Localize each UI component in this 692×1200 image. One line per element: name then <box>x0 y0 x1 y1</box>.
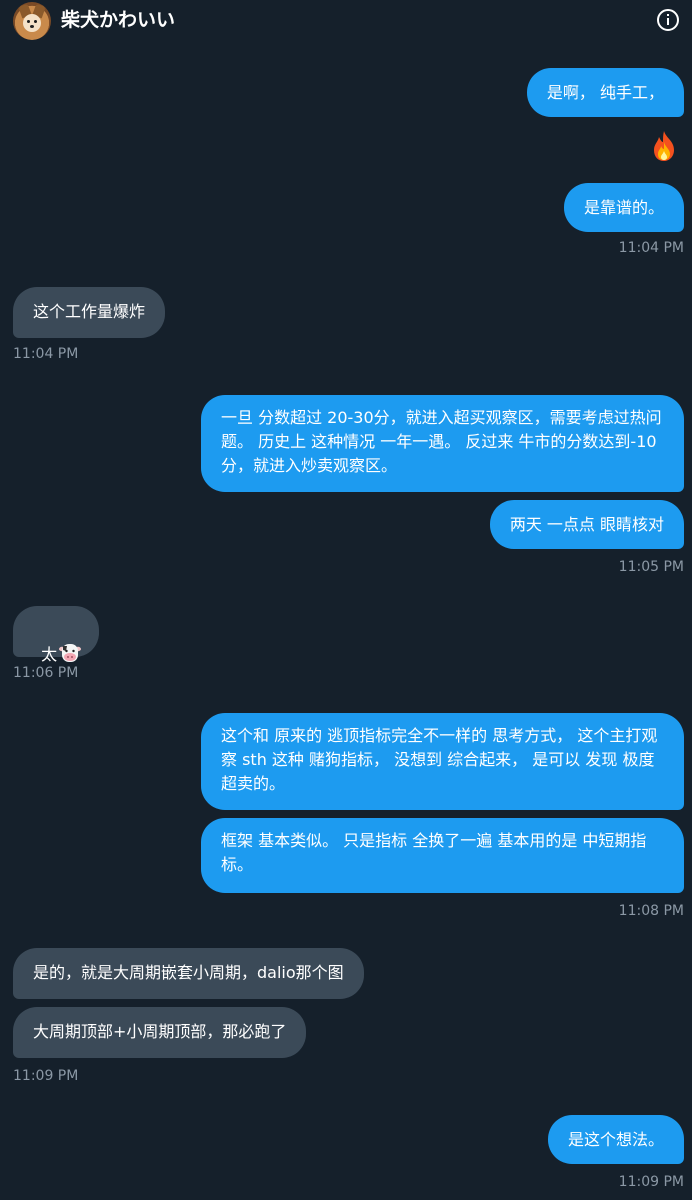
timestamp: 11:05 PM <box>618 559 684 575</box>
cow-emoji-icon <box>59 644 82 662</box>
message-bubble-outgoing[interactable]: 一旦 分数超过 20-30分，就进入超买观察区，需要考虑过热问题。 历史上 这种… <box>201 395 684 492</box>
avatar-face <box>23 14 41 32</box>
message-bubble-incoming[interactable]: 这个工作量爆炸 <box>13 287 166 338</box>
message-bubble-outgoing[interactable]: 这个和 原来的 逃顶指标完全不一样的 思考方式， 这个主打观察 sth 这种 赌… <box>201 713 684 810</box>
avatar-eye-right <box>34 20 37 23</box>
avatar-nose <box>30 25 34 28</box>
fire-emoji-icon <box>654 131 674 161</box>
avatar-eye-left <box>27 20 30 23</box>
message-bubble-incoming[interactable]: 太 <box>13 606 100 664</box>
message-bubble-outgoing[interactable]: 框架 基本类似。 只是指标 全换了一遍 基本用的是 中短期指标。 <box>201 818 684 893</box>
timestamp: 11:04 PM <box>13 346 79 362</box>
timestamp: 11:04 PM <box>618 240 684 256</box>
message-bubble-outgoing[interactable]: 是靠谱的。 <box>563 183 684 232</box>
info-icon[interactable] <box>657 9 679 31</box>
message-bubble-outgoing[interactable]: 是这个想法。 <box>547 1115 684 1164</box>
timestamp: 11:08 PM <box>618 903 684 919</box>
message-bubble-incoming[interactable]: 大周期顶部+小周期顶部，那必跑了 <box>13 1007 307 1058</box>
message-bubble-incoming[interactable]: 是的，就是大周期嵌套小周期，dalio那个图 <box>13 948 364 999</box>
message-bubble-outgoing[interactable]: 两天 一点点 眼睛核对 <box>489 500 684 549</box>
message-text: 太 <box>41 645 58 664</box>
message-bubble-outgoing[interactable]: 是啊， 纯手工， <box>526 68 684 117</box>
contact-name[interactable]: 柴犬かわいい <box>61 8 175 32</box>
timestamp: 11:06 PM <box>13 665 79 681</box>
timestamp: 11:09 PM <box>13 1068 79 1084</box>
contact-avatar[interactable] <box>13 2 51 40</box>
timestamp: 11:09 PM <box>618 1174 684 1190</box>
conversation-header: 柴犬かわいい <box>0 0 692 44</box>
